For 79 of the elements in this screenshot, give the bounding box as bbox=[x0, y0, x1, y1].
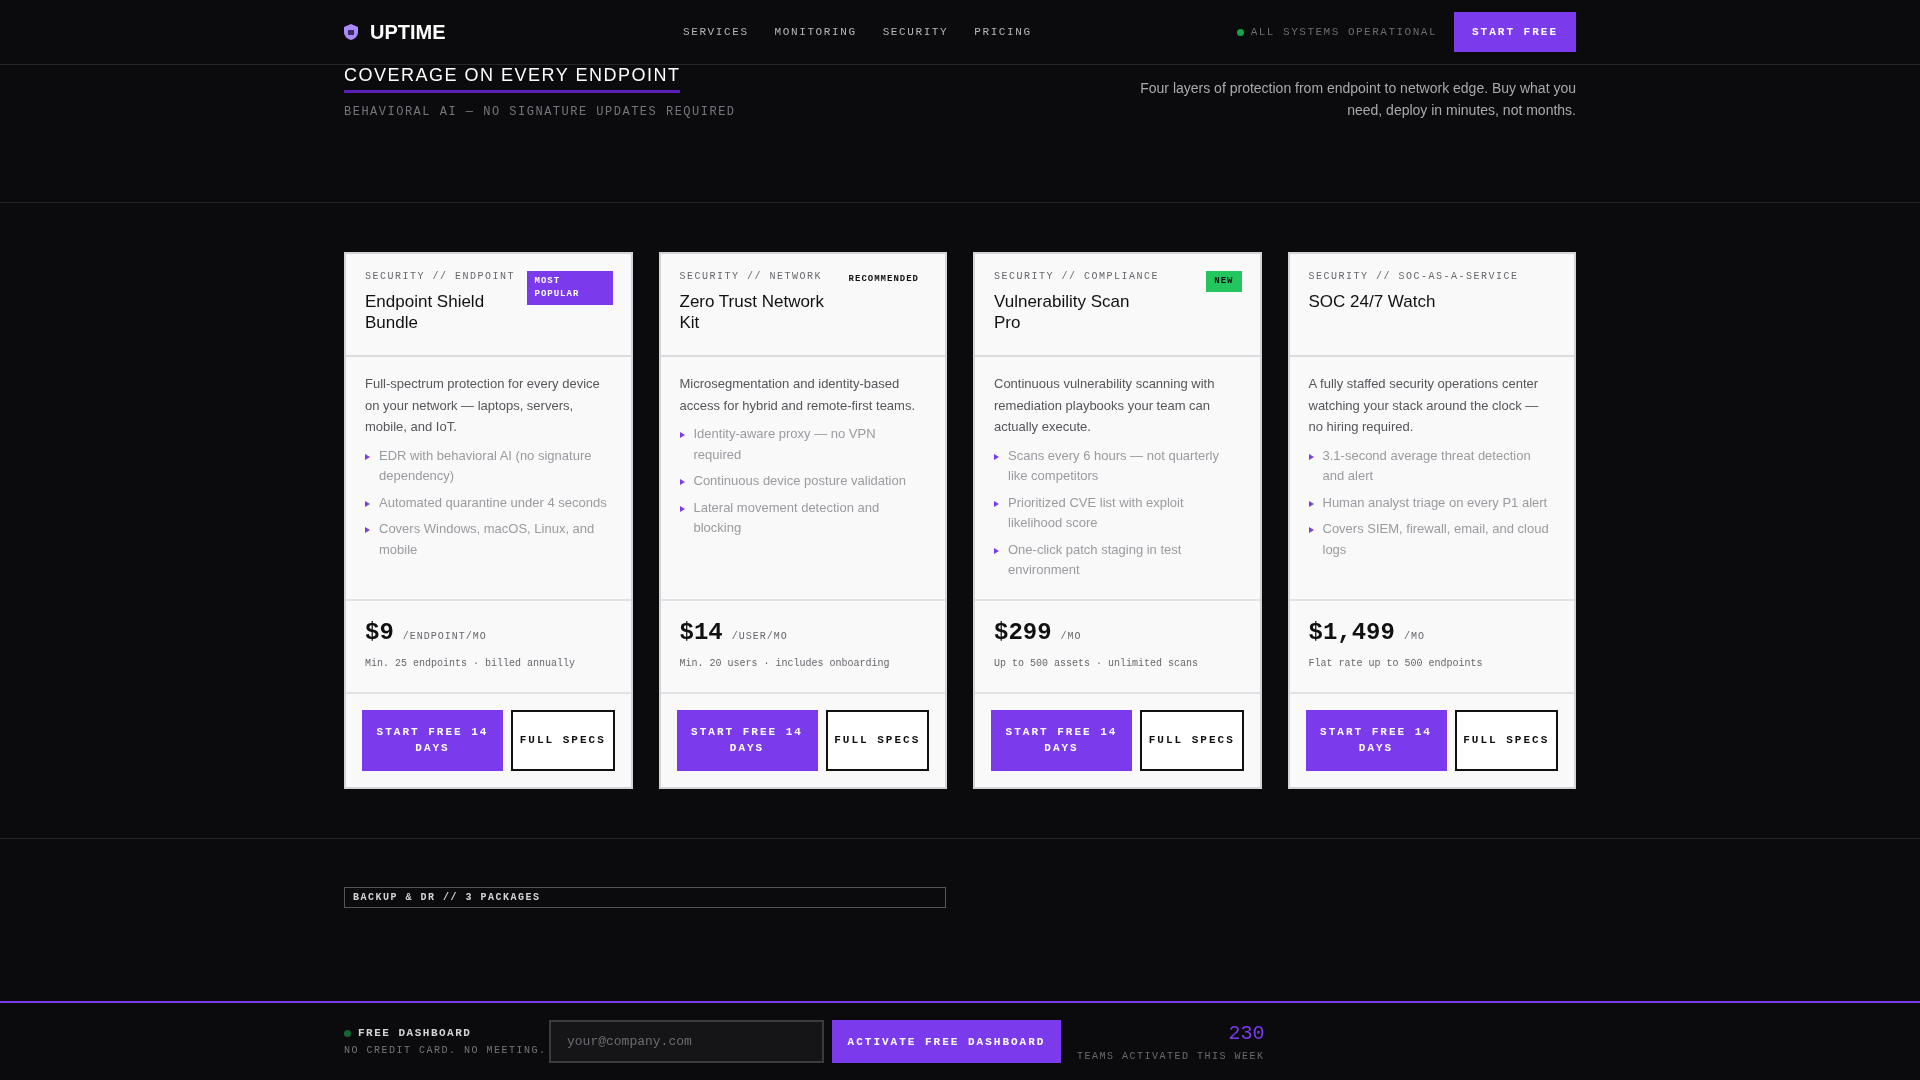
bullet-icon bbox=[679, 505, 685, 512]
brand-name: UPTIME bbox=[370, 20, 446, 44]
price: $9 bbox=[365, 618, 394, 646]
price-terms: Min. 25 endpoints · billed annually bbox=[365, 657, 577, 669]
bullet-icon bbox=[994, 547, 999, 554]
feature-text: Continuous device posture validation bbox=[693, 472, 906, 490]
feature-text: Prioritized CVE list with exploit likelihood score bbox=[1008, 493, 1185, 532]
bullet-icon bbox=[679, 432, 685, 438]
nav-link[interactable]: SERVICES bbox=[683, 26, 749, 38]
bullet-icon bbox=[1308, 527, 1314, 533]
full-specs-button[interactable]: FULL SPECS bbox=[1454, 709, 1558, 771]
start-trial-button[interactable]: START FREE 14 DAYS bbox=[991, 709, 1132, 771]
feature-text: Automated quarantine under 4 seconds bbox=[379, 493, 607, 512]
feature-text: Human analyst triage on every P1 alert bbox=[1322, 493, 1548, 512]
bullet-icon bbox=[365, 453, 370, 460]
card-category: SECURITY // SOC-AS-A-SERVICE bbox=[1308, 271, 1519, 282]
card-description: A fully staffed security operations center watching your stack around the clock — no hiring required. bbox=[1308, 375, 1540, 436]
activation-count: 230 bbox=[1228, 1021, 1265, 1045]
price: $14 bbox=[679, 618, 723, 646]
feature-text: Lateral movement detection and blocking bbox=[693, 498, 881, 537]
activation-count-label: TEAMS ACTIVATED THIS WEEK bbox=[1077, 1050, 1265, 1062]
card-category: SECURITY // ENDPOINT bbox=[365, 271, 517, 282]
bullet-icon bbox=[365, 527, 370, 533]
shield-logo-icon bbox=[344, 24, 358, 40]
card-description: Continuous vulnerability scanning with remediation playbooks your team can actually execute. bbox=[994, 375, 1216, 436]
card-description: Microsegmentation and identity-based access for hybrid and remote-first teams. bbox=[679, 375, 917, 415]
feature-text: EDR with behavioral AI (no signature dependency) bbox=[379, 446, 593, 485]
bullet-icon bbox=[679, 479, 685, 485]
price-terms: Up to 500 assets · unlimited scans bbox=[994, 657, 1200, 669]
card-description: Full-spectrum protection for every device on your network — laptops, servers, mobile, and IoT. bbox=[365, 375, 601, 436]
start-trial-button[interactable]: START FREE 14 DAYS bbox=[362, 709, 503, 771]
price-unit: /MO bbox=[1060, 630, 1082, 642]
bullet-icon bbox=[1308, 453, 1314, 460]
start-trial-button[interactable]: START FREE 14 DAYS bbox=[1305, 709, 1447, 771]
offer-note: NO CREDIT CARD. NO MEETING. bbox=[344, 1045, 548, 1056]
price-terms: Min. 20 users · includes onboarding bbox=[679, 657, 891, 669]
card-badge: NEW bbox=[1206, 271, 1242, 292]
start-trial-button[interactable]: START FREE 14 DAYS bbox=[676, 709, 818, 771]
badge-label: RECOMMENDED bbox=[847, 273, 920, 286]
card-badge: MOST POPULAR bbox=[526, 271, 613, 305]
status-dot bbox=[1236, 28, 1244, 36]
full-specs-button[interactable]: FULL SPECS bbox=[511, 709, 615, 771]
nav-link[interactable]: PRICING bbox=[974, 26, 1032, 38]
email-input[interactable]: your@company.com bbox=[549, 1020, 824, 1063]
price-terms: Flat rate up to 500 endpoints bbox=[1308, 657, 1484, 669]
status-dot bbox=[344, 1029, 351, 1037]
full-specs-button[interactable]: FULL SPECS bbox=[825, 709, 929, 771]
section-title: COVERAGE ON EVERY ENDPOINT bbox=[344, 65, 681, 93]
feature-text: 3.1-second average threat detection and alert bbox=[1322, 446, 1532, 485]
activate-dashboard-button[interactable]: ACTIVATE FREE DASHBOARD bbox=[832, 1020, 1061, 1063]
card-category: SECURITY // NETWORK bbox=[679, 271, 824, 282]
status-text: ALL SYSTEMS OPERATIONAL bbox=[1250, 26, 1437, 38]
section-subtitle: BEHAVIORAL AI — NO SIGNATURE UPDATES REQUIRED bbox=[344, 105, 736, 119]
nav-link[interactable]: MONITORING bbox=[774, 26, 857, 38]
card-title: Zero Trust Network Kit bbox=[679, 291, 826, 333]
feature-text: Covers SIEM, firewall, email, and cloud logs bbox=[1322, 520, 1550, 559]
full-specs-button[interactable]: FULL SPECS bbox=[1140, 709, 1244, 771]
feature-text: One-click patch staging in test environment bbox=[1008, 540, 1183, 579]
bullet-icon bbox=[994, 500, 999, 507]
feature-text: Covers Windows, macOS, Linux, and mobile bbox=[379, 520, 596, 559]
feature-text: Scans every 6 hours — not quarterly like competitors bbox=[1008, 446, 1220, 485]
price: $299 bbox=[994, 618, 1052, 646]
price: $1,499 bbox=[1308, 618, 1395, 646]
bullet-icon bbox=[365, 500, 370, 507]
card-title: Endpoint Shield Bundle bbox=[365, 291, 486, 333]
bullet-icon bbox=[994, 453, 999, 460]
section-description: Four layers of protection from endpoint to network edge. Buy what you need, deploy in minutes, not months. bbox=[1139, 79, 1576, 120]
nav-link[interactable]: SECURITY bbox=[882, 26, 949, 38]
bullet-icon bbox=[1308, 500, 1314, 507]
card-title: SOC 24/7 Watch bbox=[1308, 291, 1437, 312]
price-unit: /USER/MO bbox=[731, 630, 788, 642]
card-category: SECURITY // COMPLIANCE bbox=[994, 271, 1160, 282]
feature-text: Identity-aware proxy — no VPN required bbox=[693, 425, 877, 464]
price-unit: /ENDPOINT/MO bbox=[402, 630, 487, 642]
card-title: Vulnerability Scan Pro bbox=[994, 291, 1131, 333]
start-free-button[interactable]: START FREE bbox=[1454, 12, 1576, 52]
offer-title: FREE DASHBOARD bbox=[358, 1027, 472, 1039]
price-unit: /MO bbox=[1403, 630, 1425, 642]
category-tag: BACKUP & DR // 3 PACKAGES bbox=[344, 886, 946, 908]
